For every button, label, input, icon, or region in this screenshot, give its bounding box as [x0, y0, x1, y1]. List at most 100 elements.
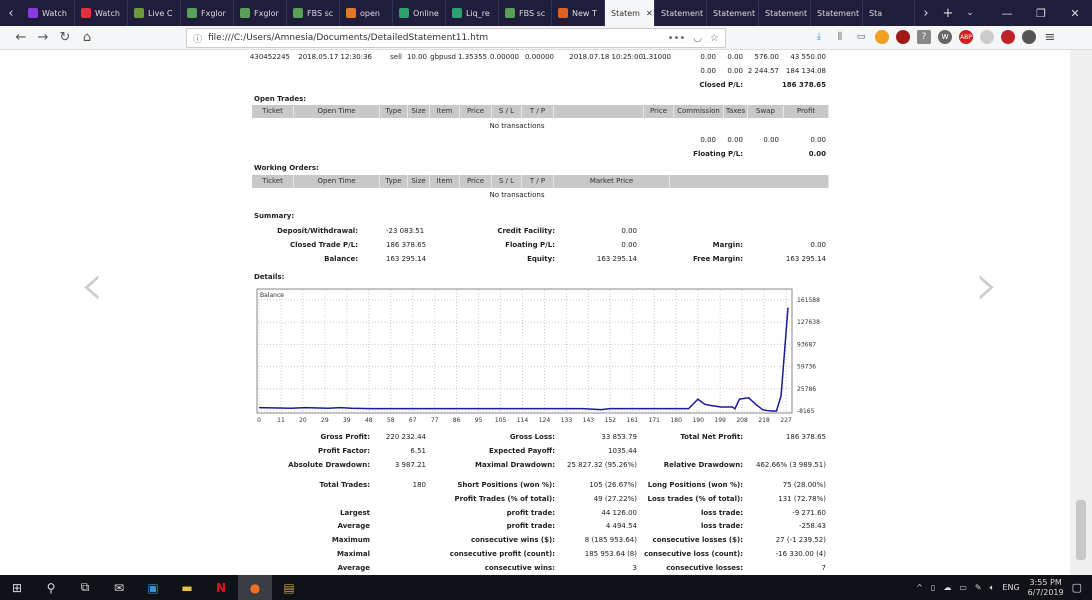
volume-icon[interactable]: 🔈︎: [990, 583, 995, 593]
extension-w-icon[interactable]: w: [938, 30, 952, 44]
tab-label: FBS sc: [307, 8, 334, 18]
x-tick-label: 105: [495, 417, 507, 424]
scrollbar-thumb[interactable]: [1076, 500, 1086, 560]
tab-scroll-left-icon[interactable]: ‹: [0, 0, 22, 26]
x-tick-label: 48: [365, 417, 373, 424]
tab[interactable]: Statement: [655, 0, 707, 26]
netflix-icon[interactable]: N: [204, 575, 238, 600]
tab-list-chevron-icon[interactable]: ⌄: [959, 0, 981, 26]
task-view-icon[interactable]: ⧉: [68, 575, 102, 600]
extension-ublock-icon[interactable]: [896, 30, 910, 44]
tray-chevron-icon[interactable]: ^: [916, 583, 923, 592]
restore-icon[interactable]: ❐: [1024, 0, 1058, 26]
forward-icon[interactable]: →: [32, 30, 54, 45]
tab[interactable]: Statement: [759, 0, 811, 26]
tab-active[interactable]: Statem ✕: [605, 0, 655, 26]
x-tick-label: 67: [409, 417, 417, 424]
tab-favicon-icon: [346, 8, 356, 18]
notifications-icon[interactable]: ▢: [1072, 581, 1082, 594]
tab-label: Watch: [95, 8, 120, 18]
sidebar-icon[interactable]: ▭: [854, 30, 868, 44]
network-icon[interactable]: ▭: [959, 583, 967, 592]
scrollbar[interactable]: [1070, 50, 1092, 575]
tab-label: New T: [572, 8, 597, 18]
tab[interactable]: Fxglor: [181, 0, 234, 26]
x-tick-label: 171: [649, 417, 661, 424]
download-icon[interactable]: ⤓: [812, 30, 826, 44]
usb-icon[interactable]: ▯: [931, 583, 935, 592]
y-tick-label: 25786: [797, 386, 816, 393]
tab-label: Fxglor: [254, 8, 279, 18]
tab[interactable]: FBS sc: [499, 0, 552, 26]
x-tick-label: 133: [561, 417, 573, 424]
tab-label: Sta: [869, 8, 883, 18]
extension-github-icon[interactable]: [980, 30, 994, 44]
back-icon[interactable]: ←: [10, 30, 32, 45]
x-tick-label: 77: [431, 417, 439, 424]
reload-icon[interactable]: ↻: [54, 30, 76, 45]
language-indicator[interactable]: ENG: [1002, 583, 1019, 592]
app-icon-2[interactable]: ▤: [272, 575, 306, 600]
tab[interactable]: Liq_re: [446, 0, 499, 26]
home-icon[interactable]: ⌂: [76, 30, 98, 45]
extension-abp-icon[interactable]: ABP: [959, 30, 973, 44]
tab[interactable]: New T: [552, 0, 605, 26]
x-tick-label: 218: [758, 417, 770, 424]
minimize-icon[interactable]: —: [990, 0, 1024, 26]
x-tick-label: 11: [277, 417, 285, 424]
menu-icon[interactable]: ≡: [1043, 30, 1057, 45]
tab-scroll-right-icon[interactable]: ›: [915, 0, 937, 26]
app-icon[interactable]: ▣: [136, 575, 170, 600]
url-text: file:///C:/Users/Amnesia/Documents/Detai…: [208, 33, 489, 43]
tab[interactable]: Watch: [75, 0, 128, 26]
tab-label: Statement: [817, 8, 860, 18]
tab[interactable]: Watch: [22, 0, 75, 26]
tab[interactable]: FBS sc: [287, 0, 340, 26]
file-explorer-icon[interactable]: ▬: [170, 575, 204, 600]
y-tick-label: 59736: [797, 364, 816, 371]
pocket-icon[interactable]: ◡: [693, 33, 702, 44]
search-icon[interactable]: ⚲: [34, 575, 68, 600]
tab-label: Statem: [611, 8, 640, 18]
tab[interactable]: Fxglor: [234, 0, 287, 26]
mail-icon[interactable]: ✉: [102, 575, 136, 600]
tab[interactable]: open: [340, 0, 393, 26]
firefox-icon[interactable]: ●: [238, 575, 272, 600]
pen-icon[interactable]: ✎: [975, 583, 982, 592]
x-tick-label: 29: [321, 417, 329, 424]
y-tick-label: 93687: [797, 341, 816, 348]
tab-favicon-icon: [28, 8, 38, 18]
tab-label: open: [360, 8, 380, 18]
close-window-icon[interactable]: ✕: [1058, 0, 1092, 26]
tab-label: Statement: [713, 8, 756, 18]
extension-help-icon[interactable]: ?: [917, 30, 931, 44]
more-icon[interactable]: •••: [668, 33, 686, 44]
new-tab-icon[interactable]: +: [937, 0, 959, 26]
tab[interactable]: Statement: [811, 0, 863, 26]
tab[interactable]: Statement: [707, 0, 759, 26]
y-tick-label: -8165: [797, 408, 815, 415]
tab-favicon-icon: [558, 8, 568, 18]
account-icon[interactable]: [1022, 30, 1036, 44]
url-bar[interactable]: ⓘ file:///C:/Users/Amnesia/Documents/Det…: [186, 28, 726, 48]
x-tick-label: 190: [692, 417, 704, 424]
tab[interactable]: Live C: [128, 0, 181, 26]
x-tick-label: 161: [627, 417, 639, 424]
start-windows-icon[interactable]: ⊞: [0, 575, 34, 600]
close-tab-icon[interactable]: ✕: [646, 9, 653, 18]
extension-coin-icon[interactable]: [875, 30, 889, 44]
bookmark-star-icon[interactable]: ☆: [710, 33, 719, 44]
balance-chart: 0 11 20 29 39 48 58 67 77 86 95 105 114 124 133 143 152 1…: [256, 288, 820, 424]
chart-frame: [256, 288, 793, 414]
onedrive-icon[interactable]: ☁: [943, 583, 951, 592]
tab[interactable]: Online: [393, 0, 446, 26]
page-content: ‹ › 430452245 2018.05.17 12:30:36 sell 10.0…: [0, 50, 1070, 575]
info-icon[interactable]: ⓘ: [193, 32, 202, 45]
x-tick-label: 39: [343, 417, 351, 424]
tab[interactable]: Sta: [863, 0, 915, 26]
extension-red-icon[interactable]: [1001, 30, 1015, 44]
x-tick-label: 199: [714, 417, 726, 424]
clock[interactable]: 3:55 PM 6/7/2019: [1028, 578, 1064, 598]
clock-date: 6/7/2019: [1027, 587, 1064, 597]
library-icon[interactable]: ⫼: [833, 30, 847, 44]
